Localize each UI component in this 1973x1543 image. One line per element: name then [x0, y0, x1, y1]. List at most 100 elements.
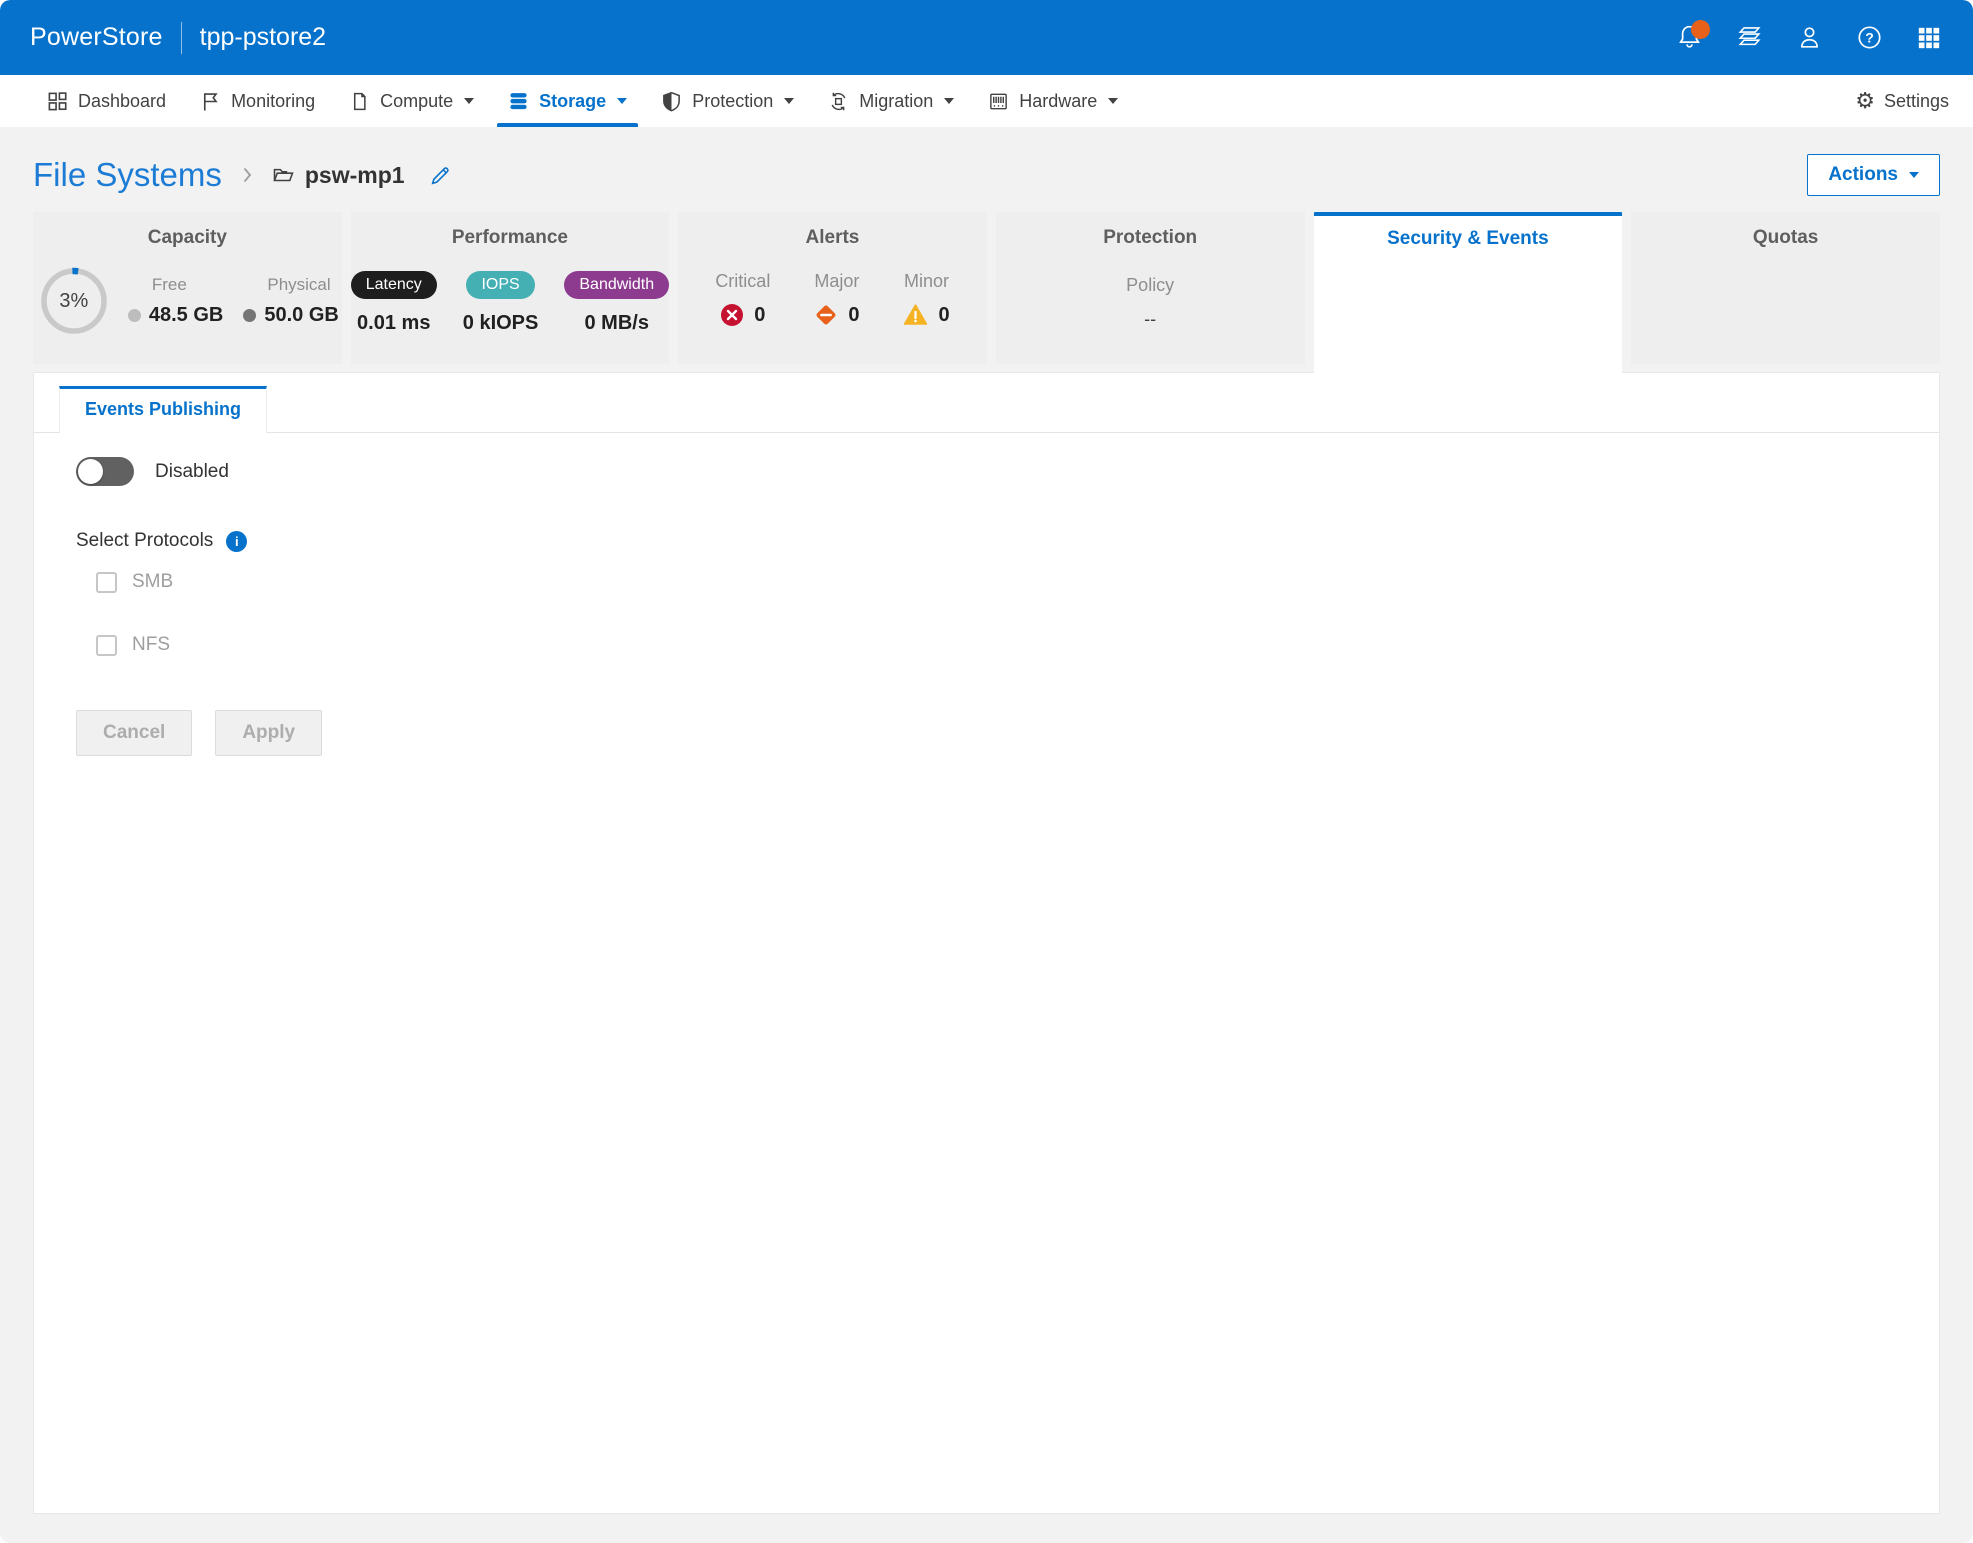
events-publishing-content: Disabled Select Protocols i SMB NFS Canc…	[34, 433, 1939, 756]
storage-icon	[508, 91, 529, 112]
minor-alert-icon	[903, 303, 928, 327]
iops-value: 0 kIOPS	[463, 312, 539, 335]
nav-item-monitoring[interactable]: Monitoring	[183, 75, 332, 127]
events-publishing-toggle-row: Disabled	[76, 457, 1939, 486]
card-quotas-title: Quotas	[1753, 227, 1818, 249]
capacity-physical-label: Physical	[267, 275, 338, 295]
chevron-down-icon	[1108, 98, 1118, 104]
summary-cards-row: Capacity 3% Free 48.5 GB	[33, 212, 1940, 364]
protocol-option-nfs: NFS	[96, 634, 1939, 656]
hardware-rack-icon	[988, 91, 1009, 112]
nav-item-migration[interactable]: Migration	[811, 75, 971, 127]
capacity-donut-chart: 3%	[36, 263, 112, 339]
capacity-free-value: 48.5 GB	[149, 304, 223, 327]
app-grid-icon[interactable]	[1915, 24, 1943, 52]
capacity-physical-value: 50.0 GB	[264, 304, 338, 327]
app-header: PowerStore tpp-pstore2	[0, 0, 1973, 75]
nav-label: Compute	[380, 91, 453, 112]
nav-item-protection[interactable]: Protection	[644, 75, 811, 127]
alerts-body: Critical 0 Major	[715, 271, 949, 327]
capacity-body: 3% Free 48.5 GB Physical 50.	[36, 263, 339, 339]
nav-item-settings[interactable]: ⚙ Settings	[1855, 90, 1949, 112]
latency-pill: Latency	[351, 271, 437, 299]
card-protection[interactable]: Protection Policy --	[996, 212, 1305, 364]
critical-count: 0	[754, 304, 765, 327]
migration-icon	[828, 91, 849, 112]
minor-count: 0	[938, 304, 949, 327]
critical-alert-icon	[720, 303, 744, 327]
major-alert-icon	[814, 303, 838, 327]
notification-badge	[1691, 20, 1710, 39]
breadcrumb: File Systems psw-mp1	[33, 156, 452, 194]
performance-body: Latency 0.01 ms IOPS 0 kIOPS Bandwidth 0…	[351, 271, 669, 335]
protection-policy-value: --	[1144, 309, 1156, 330]
form-buttons: Cancel Apply	[76, 710, 1939, 756]
user-profile-icon[interactable]	[1795, 24, 1823, 52]
nfs-checkbox[interactable]	[96, 635, 117, 656]
breadcrumb-row: File Systems psw-mp1 Actions	[33, 149, 1940, 201]
nav-item-storage[interactable]: Storage	[491, 75, 644, 127]
tab-events-publishing[interactable]: Events Publishing	[59, 386, 267, 433]
card-security-events[interactable]: Security & Events	[1314, 212, 1623, 364]
toggle-knob	[78, 459, 103, 484]
security-events-panel: Events Publishing Disabled Select Protoc…	[33, 372, 1940, 1514]
nav-label: Hardware	[1019, 91, 1097, 112]
protection-shield-icon	[661, 91, 682, 112]
nav-label: Migration	[859, 91, 933, 112]
card-performance[interactable]: Performance Latency 0.01 ms IOPS 0 kIOPS…	[351, 212, 669, 364]
settings-label: Settings	[1884, 91, 1949, 112]
protocol-option-smb: SMB	[96, 571, 1939, 593]
jobs-layers-icon[interactable]	[1735, 24, 1763, 52]
cancel-button[interactable]: Cancel	[76, 710, 192, 756]
minor-label: Minor	[904, 271, 949, 292]
latency-value: 0.01 ms	[357, 312, 430, 335]
card-alerts[interactable]: Alerts Critical 0 Majo	[678, 212, 987, 364]
breadcrumb-entity: psw-mp1	[272, 162, 405, 189]
smb-label: SMB	[132, 571, 173, 593]
events-publishing-toggle[interactable]	[76, 457, 134, 486]
physical-legend-dot	[243, 309, 256, 322]
gear-icon: ⚙	[1855, 90, 1875, 112]
critical-label: Critical	[715, 271, 770, 292]
notifications-bell-icon[interactable]	[1675, 24, 1703, 52]
breadcrumb-chevron-icon	[236, 164, 258, 186]
header-icon-group: ?	[1675, 24, 1943, 52]
powerstore-app: PowerStore tpp-pstore2	[0, 0, 1973, 1543]
svg-text:?: ?	[1865, 30, 1874, 46]
major-label: Major	[814, 271, 859, 292]
protection-policy-label: Policy	[1126, 275, 1174, 296]
chevron-down-icon	[464, 98, 474, 104]
nav-item-hardware[interactable]: Hardware	[971, 75, 1135, 127]
bandwidth-pill: Bandwidth	[564, 271, 669, 299]
nav-label: Storage	[539, 91, 606, 112]
folder-icon	[272, 164, 295, 187]
chevron-down-icon	[784, 98, 794, 104]
nav-item-compute[interactable]: Compute	[332, 75, 491, 127]
card-protection-title: Protection	[1103, 227, 1197, 249]
card-capacity-title: Capacity	[148, 227, 227, 249]
system-name: tpp-pstore2	[200, 23, 326, 52]
card-capacity[interactable]: Capacity 3% Free 48.5 GB	[33, 212, 342, 364]
capacity-percent: 3%	[36, 263, 112, 339]
card-security-events-title: Security & Events	[1387, 228, 1549, 250]
card-quotas[interactable]: Quotas	[1631, 212, 1940, 364]
help-icon[interactable]: ?	[1855, 24, 1883, 52]
apply-button[interactable]: Apply	[215, 710, 322, 756]
app-brand: PowerStore	[30, 23, 163, 52]
select-protocols-label: Select Protocols	[76, 530, 213, 552]
monitoring-flag-icon	[200, 91, 221, 112]
rename-pencil-icon[interactable]	[429, 164, 452, 187]
nav-items: Dashboard Monitoring Compute	[30, 75, 1135, 127]
nav-item-dashboard[interactable]: Dashboard	[30, 75, 183, 127]
smb-checkbox[interactable]	[96, 572, 117, 593]
card-alerts-title: Alerts	[806, 227, 860, 249]
toggle-state-label: Disabled	[155, 461, 229, 483]
major-count: 0	[848, 304, 859, 327]
panel-tabbar: Events Publishing	[34, 386, 1939, 433]
actions-button[interactable]: Actions	[1807, 154, 1940, 196]
brand-divider	[181, 22, 182, 54]
brand-area: PowerStore tpp-pstore2	[30, 22, 326, 54]
actions-button-label: Actions	[1828, 164, 1898, 186]
breadcrumb-file-systems-link[interactable]: File Systems	[33, 156, 222, 194]
info-icon[interactable]: i	[226, 531, 247, 552]
